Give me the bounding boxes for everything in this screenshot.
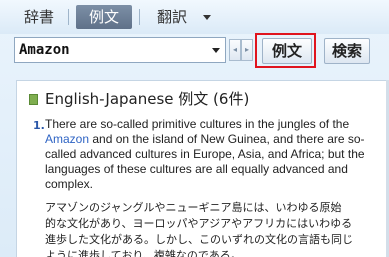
entry-link[interactable]: Amazon (45, 132, 89, 146)
entry-number: 1. (33, 119, 45, 132)
tab-separator (139, 9, 140, 25)
results-heading: English-Japanese 例文 (6件) (29, 89, 249, 109)
entry-japanese-line: ように進歩しており、複雑なのである。 (45, 249, 242, 257)
entry-japanese-line: アマゾンのジャングルやニューギニア島には、いわゆる原始 (45, 201, 342, 214)
results-heading-text: English-Japanese 例文 (6件) (45, 90, 250, 108)
search-input[interactable] (19, 39, 209, 61)
entry-japanese-line: 進歩した文化がある。しかし、このいずれの文化の言語も同じ (45, 233, 353, 246)
tab-dictionary[interactable]: 辞書 (16, 5, 62, 29)
next-button[interactable]: ▸ (241, 39, 253, 61)
tab-bar: 辞書 例文 翻訳 (0, 0, 389, 34)
entry-text: There are so-called primitive cultures i… (45, 117, 350, 131)
book-icon (29, 94, 38, 105)
search-history-chevron-down-icon[interactable] (212, 48, 220, 53)
tab-separator (68, 9, 69, 25)
entry-japanese: アマゾンのジャングルやニューギニア島には、いわゆる原始 的な文化があり、ヨーロッ… (45, 200, 389, 257)
tab-examples[interactable]: 例文 (76, 5, 132, 29)
entry-english: There are so-called primitive cultures i… (45, 117, 385, 192)
tab-menu-chevron-down-icon[interactable] (203, 15, 211, 20)
results-panel: English-Japanese 例文 (6件) 1. There are so… (16, 80, 389, 257)
search-box (14, 37, 226, 63)
previous-button[interactable]: ◂ (229, 39, 241, 61)
tab-translation[interactable]: 翻訳 (146, 5, 198, 29)
entry-text: and on the island of New Guinea, and the… (45, 132, 365, 191)
highlight-box (255, 33, 316, 68)
search-button[interactable]: 検索 (324, 38, 370, 64)
entry-japanese-line: 的な文化があり、ヨーロッパやアジアやアフリカにはいわゆる (45, 217, 353, 230)
